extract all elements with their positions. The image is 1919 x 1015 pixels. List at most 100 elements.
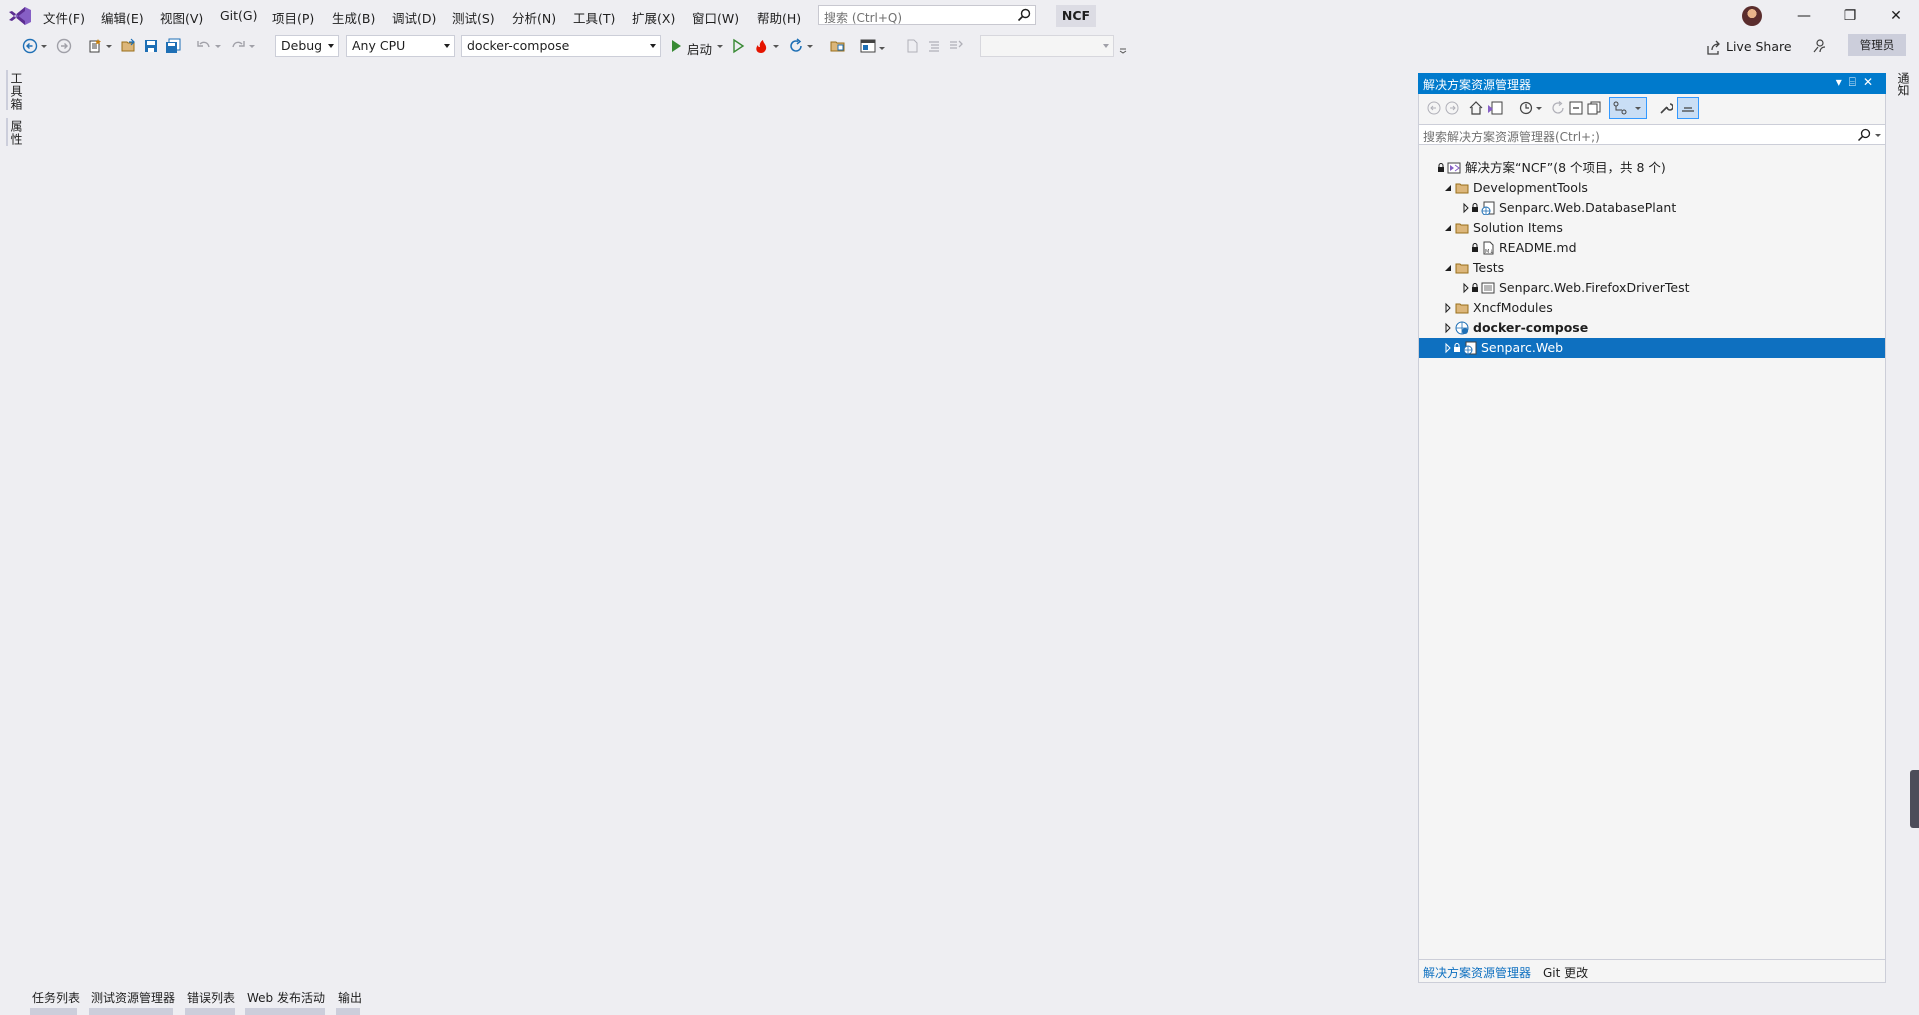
- restore-icon[interactable]: ❐: [1827, 0, 1873, 32]
- avatar[interactable]: [1742, 6, 1762, 26]
- tree-item[interactable]: 解决方案“NCF”(8 个项目，共 8 个): [1419, 158, 1885, 178]
- open-folder-icon[interactable]: [121, 38, 137, 54]
- comment-lines-icon[interactable]: [948, 38, 964, 54]
- menu-item-analyze[interactable]: 分析(N): [512, 8, 556, 27]
- layout-window-icon[interactable]: [860, 38, 876, 54]
- tree-item[interactable]: Senparc.Web.FirefoxDriverTest: [1419, 278, 1885, 298]
- visual-studio-logo-icon[interactable]: [8, 6, 32, 26]
- bottom-tab-output[interactable]: 输出: [338, 989, 362, 1006]
- switch-views-icon[interactable]: [1487, 101, 1503, 115]
- close-window-icon[interactable]: ✕: [1873, 0, 1919, 32]
- menu-item-git[interactable]: Git(G): [220, 8, 258, 23]
- show-all-files-icon[interactable]: [1587, 101, 1601, 115]
- tab-solution-explorer[interactable]: 解决方案资源管理器: [1423, 964, 1531, 981]
- redo-icon[interactable]: [230, 38, 246, 54]
- collapsed-triangle-icon[interactable]: [1461, 198, 1471, 218]
- toolbox-tab[interactable]: 工具箱: [8, 72, 25, 111]
- tree-item[interactable]: M↓ README.md: [1419, 238, 1885, 258]
- expanded-triangle-icon[interactable]: [1443, 258, 1453, 278]
- collapsed-triangle-icon[interactable]: [1461, 278, 1471, 298]
- minimize-icon[interactable]: —: [1781, 0, 1827, 32]
- chevron-down-icon[interactable]: [1535, 101, 1543, 115]
- preview-selected-items-toggle[interactable]: [1677, 97, 1699, 119]
- menu-item-window[interactable]: 窗口(W): [692, 8, 739, 27]
- navigate-forward-icon[interactable]: [56, 38, 72, 54]
- start-without-debugging-icon[interactable]: [730, 38, 746, 54]
- forward-icon[interactable]: [1445, 101, 1459, 115]
- collapsed-triangle-icon[interactable]: [1443, 298, 1453, 318]
- menu-item-debug[interactable]: 调试(D): [392, 8, 436, 27]
- home-icon[interactable]: [1469, 101, 1483, 115]
- search-icon[interactable]: [1857, 128, 1871, 142]
- solution-platform-select[interactable]: Any CPU: [346, 35, 455, 57]
- refresh-browser-icon[interactable]: [788, 38, 804, 54]
- tree-item[interactable]: Senparc.Web: [1419, 338, 1885, 358]
- chevron-down-icon[interactable]: [716, 38, 724, 54]
- solution-explorer-search-input[interactable]: 搜索解决方案资源管理器(Ctrl+;): [1419, 124, 1885, 145]
- live-share-icon[interactable]: [1706, 40, 1722, 56]
- tab-git-changes[interactable]: Git 更改: [1543, 964, 1588, 981]
- expanded-triangle-icon[interactable]: [1443, 218, 1453, 238]
- tree-item[interactable]: DevelopmentTools: [1419, 178, 1885, 198]
- properties-tab[interactable]: 属性: [8, 120, 25, 146]
- format-document-icon[interactable]: [926, 38, 942, 54]
- chevron-down-icon[interactable]: [1874, 130, 1882, 140]
- hot-reload-icon[interactable]: [753, 38, 769, 54]
- side-scroll-handle[interactable]: [1910, 770, 1919, 828]
- bottom-tab-web-publish-activity[interactable]: Web 发布活动: [247, 989, 325, 1006]
- search-icon[interactable]: [1017, 8, 1031, 22]
- menu-item-edit[interactable]: 编辑(E): [101, 8, 144, 27]
- menu-item-project[interactable]: 项目(P): [272, 8, 314, 27]
- startup-project-select[interactable]: docker-compose: [461, 35, 661, 57]
- pending-changes-filter-icon[interactable]: [1519, 101, 1533, 115]
- chevron-down-icon[interactable]: [248, 38, 256, 54]
- pin-icon[interactable]: ⌸: [1849, 75, 1863, 89]
- chevron-down-icon[interactable]: [878, 38, 886, 54]
- properties-wrench-icon[interactable]: [1659, 101, 1673, 115]
- debug-target-select[interactable]: [980, 35, 1114, 57]
- navigate-back-icon[interactable]: [22, 38, 38, 54]
- window-position-dropdown-icon[interactable]: ▾: [1836, 75, 1849, 89]
- tree-item[interactable]: XncfModules: [1419, 298, 1885, 318]
- start-button-label[interactable]: 启动: [687, 39, 712, 58]
- new-file-icon[interactable]: [904, 38, 920, 54]
- menu-item-test[interactable]: 测试(S): [452, 8, 495, 27]
- collapsed-triangle-icon[interactable]: [1443, 338, 1453, 358]
- collapse-all-icon[interactable]: [1569, 101, 1583, 115]
- tree-item[interactable]: Solution Items: [1419, 218, 1885, 238]
- notifications-tab[interactable]: 通知: [1895, 72, 1912, 96]
- chevron-down-icon[interactable]: [40, 38, 48, 54]
- save-icon[interactable]: [143, 38, 159, 54]
- menu-item-tools[interactable]: 工具(T): [573, 8, 615, 27]
- new-project-icon[interactable]: [87, 38, 103, 54]
- expanded-triangle-icon[interactable]: [1443, 178, 1453, 198]
- chevron-down-icon[interactable]: [105, 38, 113, 54]
- live-share-button[interactable]: Live Share: [1726, 39, 1792, 54]
- bottom-tab-error-list[interactable]: 错误列表: [187, 989, 235, 1006]
- browse-folder-icon[interactable]: [830, 38, 846, 54]
- menu-item-build[interactable]: 生成(B): [332, 8, 375, 27]
- chevron-down-icon[interactable]: [772, 38, 780, 54]
- close-panel-icon[interactable]: ✕: [1863, 75, 1880, 89]
- tree-item[interactable]: docker-compose: [1419, 318, 1885, 338]
- chevron-down-icon[interactable]: [214, 38, 222, 54]
- tree-item[interactable]: Tests: [1419, 258, 1885, 278]
- chevron-down-icon[interactable]: [806, 38, 814, 54]
- start-debugging-icon[interactable]: [668, 38, 684, 54]
- sync-icon[interactable]: [1551, 101, 1565, 115]
- tree-item[interactable]: Senparc.Web.DatabasePlant: [1419, 198, 1885, 218]
- menu-item-extensions[interactable]: 扩展(X): [632, 8, 675, 27]
- git-filter-toggle[interactable]: [1609, 97, 1647, 119]
- bottom-tab-task-list[interactable]: 任务列表: [32, 989, 80, 1006]
- feedback-icon[interactable]: [1811, 38, 1827, 54]
- toolbar-overflow-icon[interactable]: [1119, 38, 1127, 54]
- collapsed-triangle-icon[interactable]: [1443, 318, 1453, 338]
- bottom-tab-test-explorer[interactable]: 测试资源管理器: [91, 989, 175, 1006]
- back-icon[interactable]: [1427, 101, 1441, 115]
- menu-item-view[interactable]: 视图(V): [160, 8, 203, 27]
- menu-item-file[interactable]: 文件(F): [43, 8, 85, 27]
- quick-search-input[interactable]: 搜索 (Ctrl+Q): [818, 5, 1036, 25]
- save-all-icon[interactable]: [165, 38, 181, 54]
- menu-item-help[interactable]: 帮助(H): [757, 8, 801, 27]
- undo-icon[interactable]: [196, 38, 212, 54]
